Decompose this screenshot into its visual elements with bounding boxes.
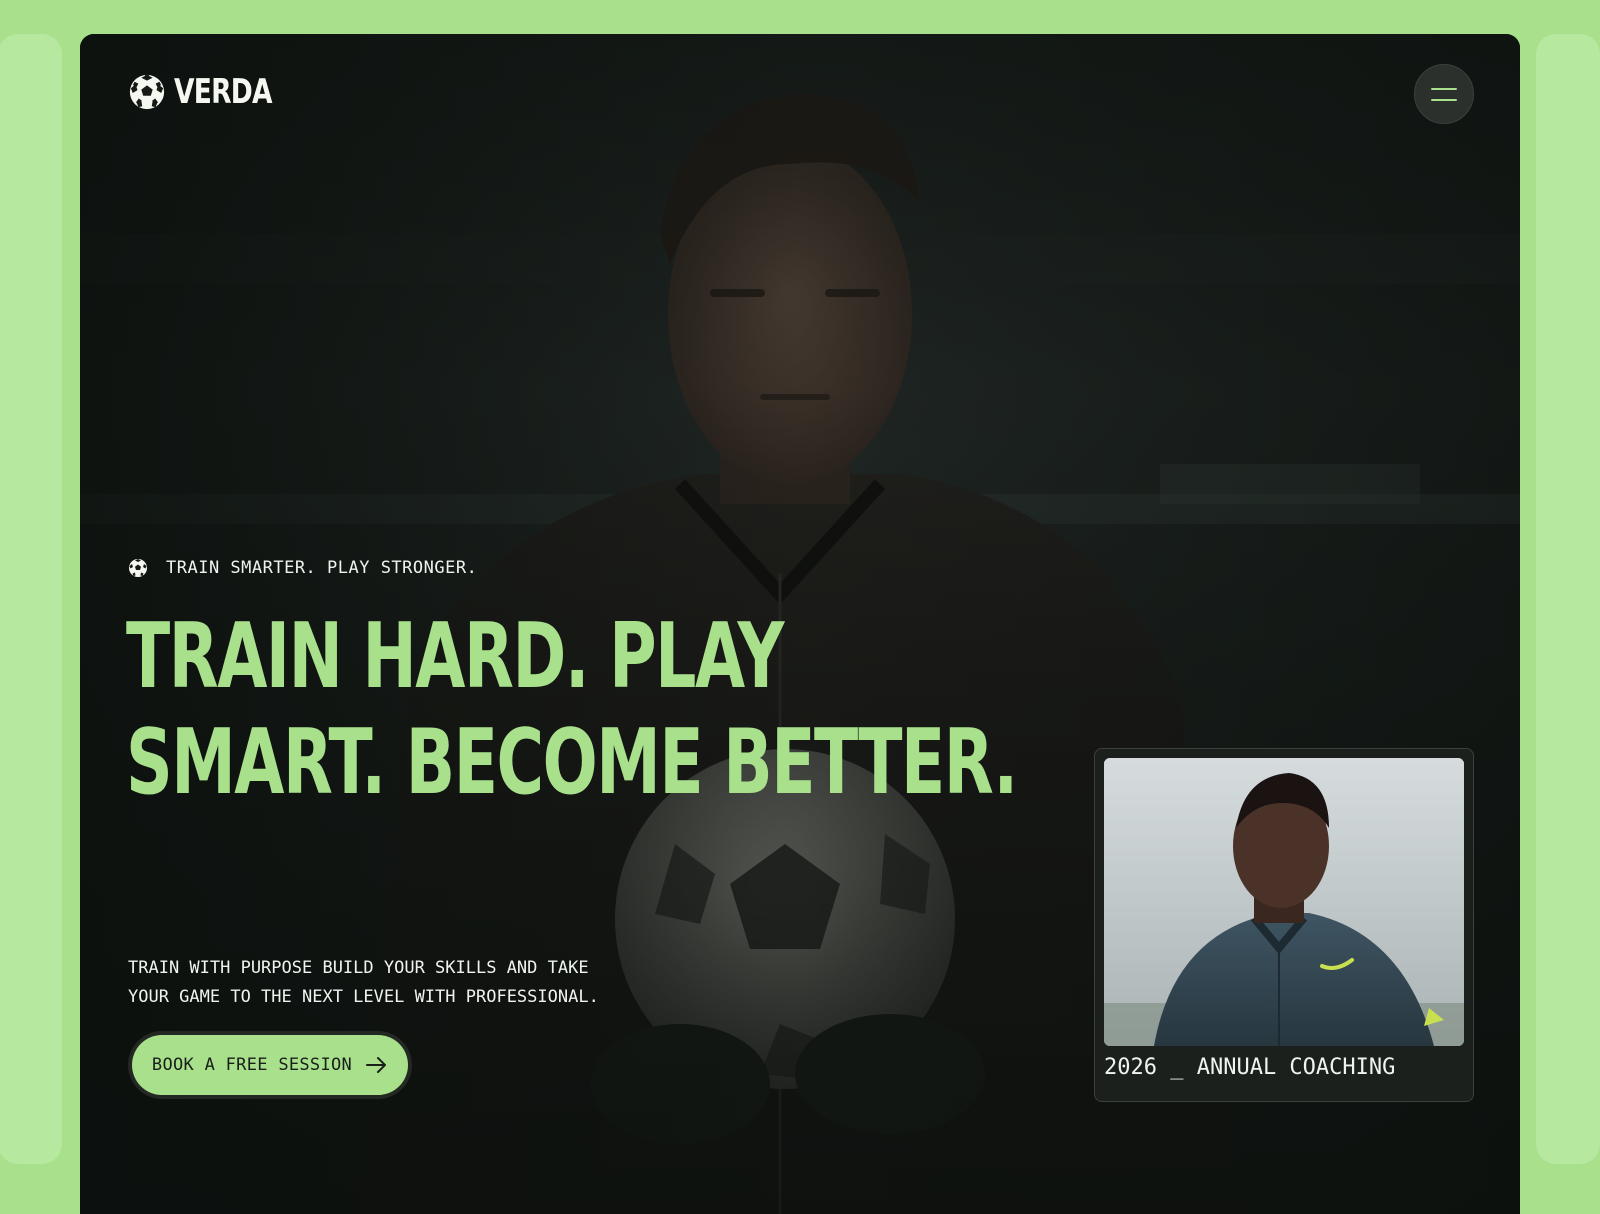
hamburger-menu-icon-bar — [1431, 98, 1457, 101]
cta-wrapper: BOOK A FREE SESSION — [128, 1031, 412, 1099]
coach-photo — [1104, 758, 1464, 1046]
side-panel-left — [0, 34, 62, 1164]
menu-button[interactable] — [1414, 64, 1474, 124]
hamburger-menu-icon — [1431, 87, 1457, 90]
headline-line-2: SMART. BECOME BETTER. — [126, 710, 1018, 815]
brand-logo[interactable]: VERDA — [128, 72, 299, 112]
hero-tagline: TRAIN SMARTER. PLAY STRONGER. — [128, 558, 477, 578]
tagline-text: TRAIN SMARTER. PLAY STRONGER. — [166, 558, 478, 578]
soccer-ball-icon — [129, 559, 147, 577]
brand-name: VERDA — [174, 72, 272, 112]
book-free-session-button[interactable]: BOOK A FREE SESSION — [132, 1035, 408, 1095]
coaching-caption: 2026 _ ANNUAL COACHING — [1104, 1055, 1396, 1080]
description-line-1: TRAIN WITH PURPOSE BUILD YOUR SKILLS AND… — [128, 958, 589, 978]
hero-section: VERDA TRAIN SMARTER. PLAY STRONGER. TRAI… — [80, 34, 1520, 1214]
description-line-2: YOUR GAME TO THE NEXT LEVEL WITH PROFESS… — [128, 987, 599, 1007]
hero-headline: TRAIN HARD. PLAY SMART. BECOME BETTER. — [126, 604, 1018, 816]
cta-label: BOOK A FREE SESSION — [151, 1055, 353, 1075]
soccer-ball-icon — [129, 74, 165, 110]
side-panel-right — [1536, 34, 1600, 1164]
headline-line-1: TRAIN HARD. PLAY — [126, 604, 784, 709]
coaching-card[interactable]: 2026 _ ANNUAL COACHING — [1094, 748, 1474, 1102]
arrow-right-icon — [366, 1057, 387, 1073]
hero-description: TRAIN WITH PURPOSE BUILD YOUR SKILLS AND… — [128, 954, 648, 1012]
